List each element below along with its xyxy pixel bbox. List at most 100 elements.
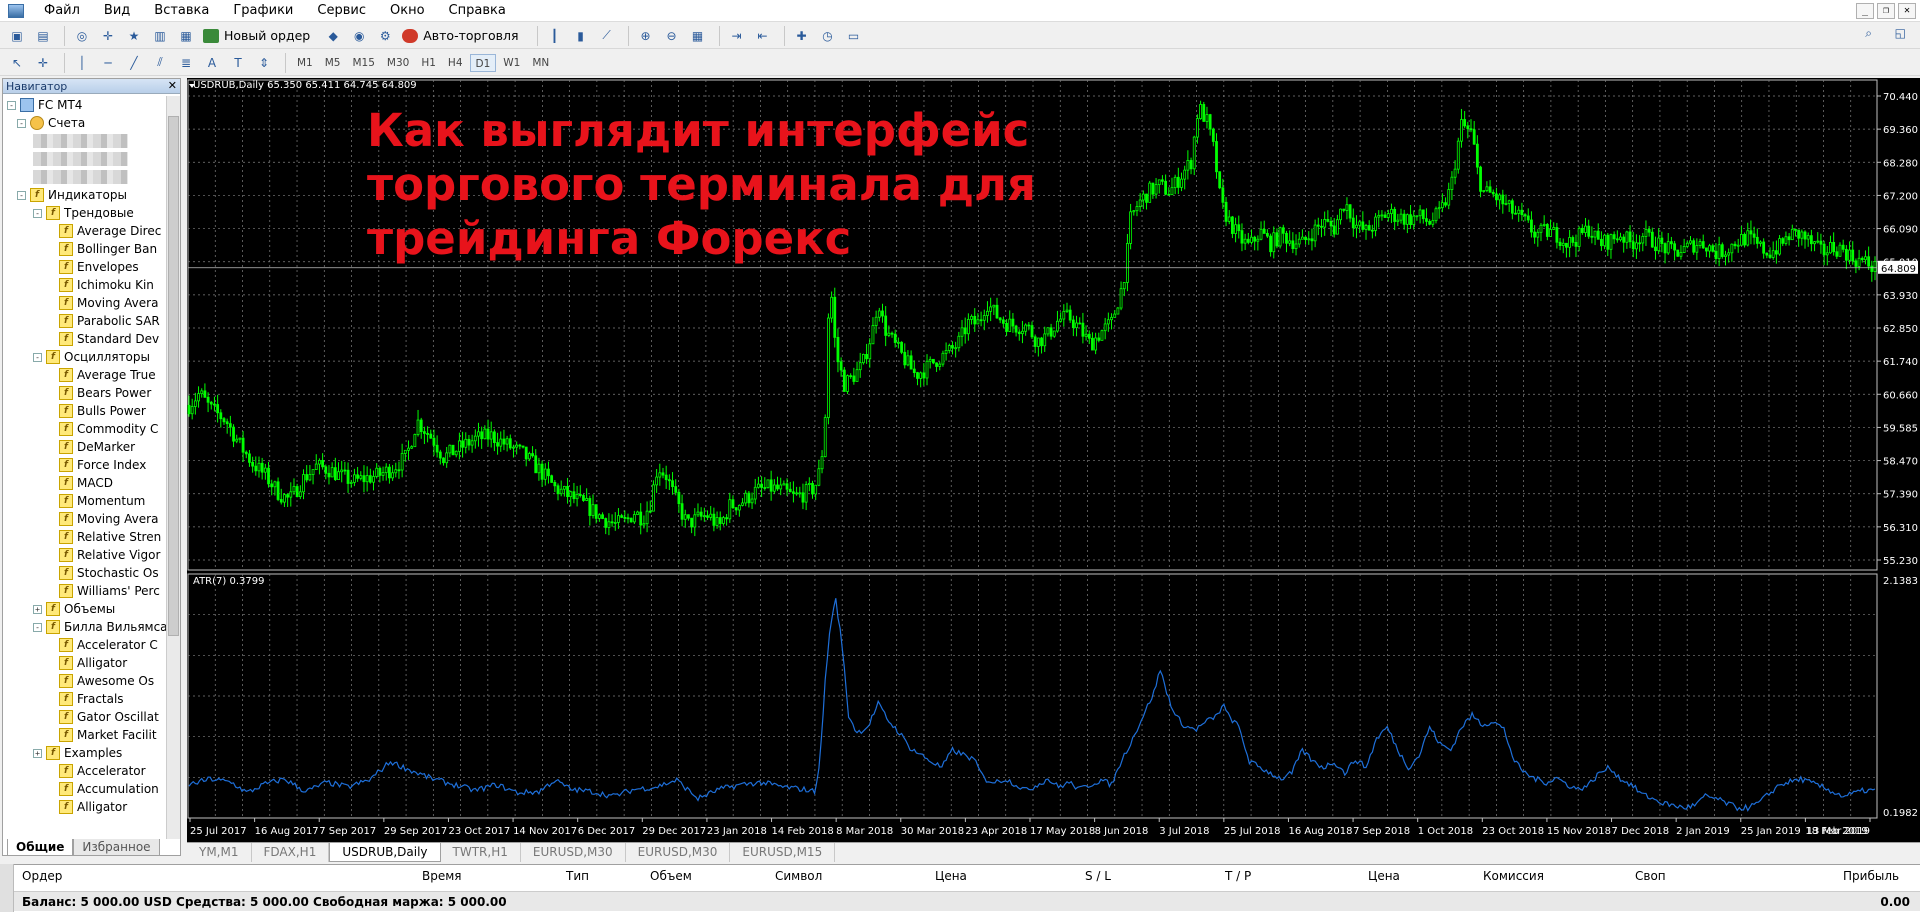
text-label-icon[interactable]: T xyxy=(227,53,249,73)
menu-insert[interactable]: Вставка xyxy=(142,0,221,22)
orders-column-header[interactable]: T / P xyxy=(1225,869,1251,883)
collapse-icon[interactable]: - xyxy=(33,622,42,632)
nav-indicator-item[interactable]: f Alligator xyxy=(59,798,127,816)
nav-indicator-item[interactable]: f Momentum xyxy=(59,492,145,510)
collapse-icon[interactable]: - xyxy=(33,208,42,218)
metaeditor-icon[interactable]: ◆ xyxy=(322,26,344,46)
tf-mn[interactable]: MN xyxy=(527,54,554,72)
nav-indicator-item[interactable]: f Accelerator C xyxy=(59,636,158,654)
indicators-icon[interactable]: ✚ xyxy=(791,26,813,46)
nav-indicator-item[interactable]: f Relative Stren xyxy=(59,528,161,546)
nav-indicator-item[interactable]: f Ichimoku Kin xyxy=(59,276,154,294)
tf-m15[interactable]: M15 xyxy=(348,54,380,72)
nav-account-blurred[interactable] xyxy=(33,132,128,150)
nav-indicator-item[interactable]: f Force Index xyxy=(59,456,146,474)
nav-indicator-item[interactable]: f Moving Avera xyxy=(59,294,158,312)
nav-tab-favorites[interactable]: Избранное xyxy=(73,839,160,856)
nav-indicator-item[interactable]: f Market Facilit xyxy=(59,726,157,744)
data-window-icon[interactable]: ✛ xyxy=(97,26,119,46)
nav-indicator-item[interactable]: f MACD xyxy=(59,474,113,492)
orders-column-header[interactable]: Прибыль xyxy=(1843,869,1899,883)
nav-indicator-item[interactable]: f Parabolic SAR xyxy=(59,312,160,330)
chart-tab[interactable]: EURUSD,M15 xyxy=(730,843,836,862)
orders-column-header[interactable]: Цена xyxy=(1368,869,1400,883)
chart-tab[interactable]: USDRUB,Daily xyxy=(329,843,441,862)
nav-indicator-item[interactable]: f Standard Dev xyxy=(59,330,159,348)
nav-tab-common[interactable]: Общие xyxy=(7,839,74,856)
bar-chart-icon[interactable]: ┃ xyxy=(544,26,566,46)
nav-bill-williams[interactable]: - f Билла Вильямса xyxy=(33,618,167,636)
nav-indicator-item[interactable]: f Relative Vigor xyxy=(59,546,160,564)
line-chart-icon[interactable]: ⟋ xyxy=(596,26,618,46)
chart-tab[interactable]: EURUSD,M30 xyxy=(521,843,626,862)
nav-indicator-item[interactable]: f Accelerator xyxy=(59,762,146,780)
collapse-icon[interactable]: - xyxy=(33,352,42,362)
expand-icon[interactable]: + xyxy=(33,748,42,758)
restore-button[interactable]: ❐ xyxy=(1877,3,1895,19)
autoscroll-icon[interactable]: ⇥ xyxy=(726,26,748,46)
balance-row[interactable]: Баланс: 5 000.00 USD Средства: 5 000.00 … xyxy=(0,891,1920,911)
terminal-side-strip[interactable] xyxy=(0,864,14,912)
nav-indicator-item[interactable]: f Moving Avera xyxy=(59,510,158,528)
nav-indicator-item[interactable]: f Accumulation xyxy=(59,780,159,798)
arrows-icon[interactable]: ⇕ xyxy=(253,53,275,73)
periods-icon[interactable]: ◷ xyxy=(817,26,839,46)
menu-tools[interactable]: Сервис xyxy=(305,0,378,22)
menu-file[interactable]: Файл xyxy=(32,0,92,22)
cursor-icon[interactable]: ↖ xyxy=(6,53,28,73)
new-order-button[interactable]: Новый ордер xyxy=(201,25,316,47)
horizontal-line-icon[interactable]: ─ xyxy=(97,53,119,73)
chart-tab[interactable]: FDAX,H1 xyxy=(252,843,330,862)
orders-column-header[interactable]: Комиссия xyxy=(1483,869,1544,883)
nav-indicator-item[interactable]: f Average Direc xyxy=(59,222,161,240)
nav-indicator-item[interactable]: f Alligator xyxy=(59,654,127,672)
chart-tab[interactable]: TWTR,H1 xyxy=(441,843,521,862)
tf-h4[interactable]: H4 xyxy=(443,54,468,72)
nav-accounts[interactable]: - Счета xyxy=(17,114,85,132)
nav-examples[interactable]: + f Examples xyxy=(33,744,122,762)
zoom-out-icon[interactable]: ⊖ xyxy=(661,26,683,46)
templates-icon[interactable]: ▭ xyxy=(843,26,865,46)
tf-m5[interactable]: M5 xyxy=(320,54,346,72)
strategy-tester-icon[interactable]: ▦ xyxy=(175,26,197,46)
chart-window[interactable]: 70.44069.36068.28067.20066.09065.01063.9… xyxy=(187,78,1920,842)
nav-indicator-item[interactable]: f Average True xyxy=(59,366,156,384)
nav-account-blurred[interactable] xyxy=(33,168,128,186)
menu-view[interactable]: Вид xyxy=(92,0,142,22)
trendline-icon[interactable]: ╱ xyxy=(123,53,145,73)
minimize-button[interactable]: _ xyxy=(1856,3,1874,19)
tf-d1[interactable]: D1 xyxy=(469,53,497,72)
tf-m30[interactable]: M30 xyxy=(382,54,414,72)
orders-column-header[interactable]: Символ xyxy=(775,869,822,883)
nav-indicator-item[interactable]: f DeMarker xyxy=(59,438,135,456)
terminal-icon[interactable]: ▥ xyxy=(149,26,171,46)
tile-windows-icon[interactable]: ▦ xyxy=(687,26,709,46)
nav-indicator-item[interactable]: f Stochastic Os xyxy=(59,564,159,582)
nav-oscillators[interactable]: - f Осцилляторы xyxy=(33,348,150,366)
chat-icon[interactable]: ◱ xyxy=(1895,26,1906,40)
nav-indicator-item[interactable]: f Envelopes xyxy=(59,258,139,276)
profiles-icon[interactable]: ▤ xyxy=(32,26,54,46)
nav-indicator-item[interactable]: f Gator Oscillat xyxy=(59,708,159,726)
expand-icon[interactable]: + xyxy=(33,604,42,614)
collapse-icon[interactable]: - xyxy=(17,190,26,200)
nav-indicator-item[interactable]: f Bollinger Ban xyxy=(59,240,157,258)
app-icon[interactable] xyxy=(8,3,24,18)
nav-root[interactable]: - FC MT4 xyxy=(7,96,82,114)
tf-h1[interactable]: H1 xyxy=(416,54,441,72)
nav-indicator-item[interactable]: f Bears Power xyxy=(59,384,151,402)
options-icon[interactable]: ⚙ xyxy=(374,26,396,46)
orders-column-header[interactable]: Цена xyxy=(935,869,967,883)
nav-indicator-item[interactable]: f Awesome Os xyxy=(59,672,154,690)
fibonacci-icon[interactable]: ≣ xyxy=(175,53,197,73)
nav-indicator-item[interactable]: f Commodity C xyxy=(59,420,158,438)
zoom-in-icon[interactable]: ⊕ xyxy=(635,26,657,46)
candlestick-icon[interactable]: ▮ xyxy=(570,26,592,46)
menu-charts[interactable]: Графики xyxy=(221,0,305,22)
nav-indicators[interactable]: - f Индикаторы xyxy=(17,186,127,204)
close-button[interactable]: ✕ xyxy=(1898,3,1916,19)
channel-icon[interactable]: ⫽ xyxy=(149,53,171,73)
orders-column-header[interactable]: S / L xyxy=(1085,869,1111,883)
collapse-icon[interactable]: - xyxy=(17,118,26,128)
collapse-icon[interactable]: - xyxy=(7,100,16,110)
